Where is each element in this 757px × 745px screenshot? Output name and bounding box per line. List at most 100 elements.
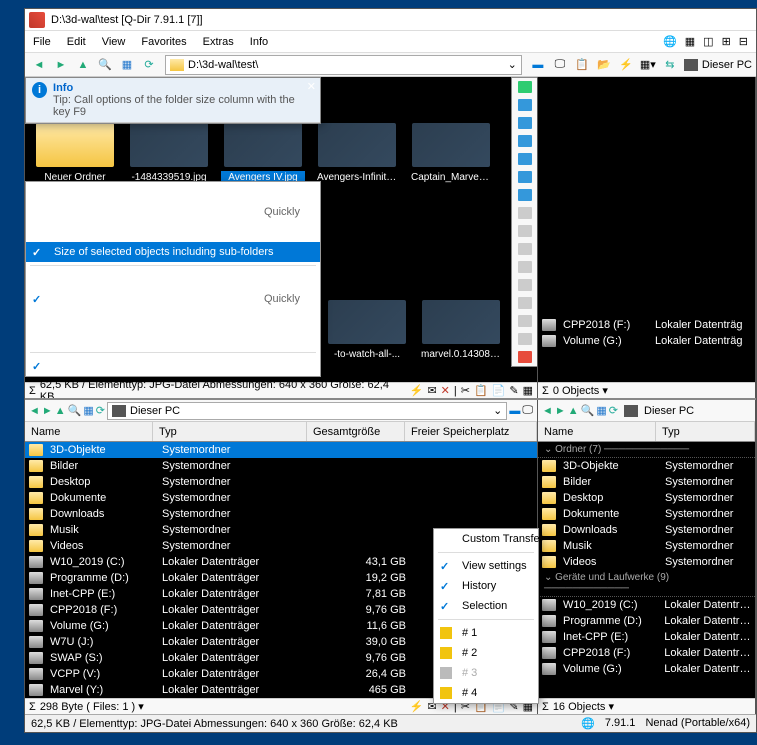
dieser-pc-label[interactable]: Dieser PC [702, 59, 752, 71]
titlebar[interactable]: D:\3d-wal\test [Q-Dir 7.91.1 [7]] [25, 9, 756, 31]
fav-item[interactable]: SWAP (S:)▸ [512, 312, 538, 330]
ctx-item[interactable]: Size of the selected objects [26, 222, 320, 242]
grid-icon[interactable]: ▦ [117, 55, 137, 75]
globe-icon[interactable]: 🌐 [581, 717, 595, 730]
grid-icon[interactable]: ▦ [83, 404, 93, 417]
thumb-item[interactable]: marvel.0.14308327... [419, 300, 503, 361]
list-item[interactable]: BilderSystemordner [538, 474, 755, 490]
fav-item[interactable]: Downloads▸ [512, 150, 538, 168]
ctx-item[interactable]: Selected objects [26, 182, 320, 202]
ctx-item[interactable]: # 3 [434, 663, 538, 683]
bl-status[interactable]: 298 Byte ( Files: 1 ) ▾ [40, 700, 144, 713]
list-item[interactable]: DokumenteSystemordner [25, 490, 537, 506]
menu-extras[interactable]: Extras [203, 36, 234, 48]
globe-icon[interactable]: 🌐 [663, 35, 677, 48]
fav-item[interactable]: Programme (D:)▸ [512, 222, 538, 240]
fav-item[interactable]: Volume (G:)▸ [512, 276, 538, 294]
pane-br-rows[interactable]: ⌄ Ordner (7) ────────────3D-ObjekteSyste… [538, 442, 755, 698]
search-icon[interactable]: 🔍 [68, 404, 82, 417]
ctx-item[interactable]: # 1 [434, 623, 538, 643]
fav-item[interactable]: VCPP (V:)▸ [512, 330, 538, 348]
col-size[interactable]: Gesamtgröße [307, 422, 405, 441]
ctx-item[interactable]: If no object is selected [26, 269, 320, 289]
monitor-icon[interactable]: 🖵 [550, 55, 570, 75]
up-icon[interactable]: ▲ [55, 405, 66, 417]
list-item[interactable]: Volume (G:)Lokaler Datenträg [538, 333, 755, 349]
layout3-icon[interactable]: ⊞ [722, 35, 731, 48]
list-item[interactable]: 3D-ObjekteSystemordner [25, 442, 537, 458]
back-icon[interactable]: ◄ [29, 55, 49, 75]
list-item[interactable]: MusikSystemordner [538, 538, 755, 554]
ctx-item[interactable]: Size of the objects in Folder [26, 309, 320, 329]
fav-item[interactable]: W7U (J:)▸ [512, 294, 538, 312]
fav-item[interactable]: Desktop▸ [512, 114, 538, 132]
list-item[interactable]: BilderSystemordner [25, 458, 537, 474]
ctx-item[interactable]: Size of objects in Folder including sub-… [26, 329, 320, 349]
view-icon[interactable]: ▦▾ [638, 55, 658, 75]
list-item[interactable]: Inet-CPP (E:)Lokaler Datenträg [538, 629, 755, 645]
ctx-item[interactable]: ✓Size of selected objects including sub-… [26, 242, 320, 262]
thumb-item[interactable]: Avengers-Infinity-... [315, 123, 399, 184]
list-item[interactable]: CPP2018 (F:)Lokaler Datenträg [538, 645, 755, 661]
list-item[interactable]: W10_2019 (C:)Lokaler Datenträg [538, 597, 755, 613]
ctx-item[interactable]: Custom Transfer [434, 529, 538, 549]
fav-item[interactable]: CPP2018 (F:)▸ [512, 258, 538, 276]
thumb-item[interactable]: Neuer Ordner [33, 123, 117, 184]
fav-item[interactable]: W10_2019 (C:)▸ [512, 204, 538, 222]
menu-file[interactable]: File [33, 36, 51, 48]
fav-item[interactable]: Inet-CPP (E:)▸ [512, 240, 538, 258]
list-item[interactable]: 3D-ObjekteSystemordner [538, 458, 755, 474]
menu-favorites[interactable]: Favorites [141, 36, 186, 48]
fav-item[interactable]: Marvel (Y:)▸ [512, 348, 538, 366]
list-item[interactable]: DownloadsSystemordner [25, 506, 537, 522]
tr-objcount[interactable]: 0 Objects ▾ [553, 384, 608, 397]
thumb-item[interactable]: -to-watch-all-... [325, 300, 409, 361]
refresh-icon[interactable]: ⟳ [96, 404, 105, 417]
sync-icon[interactable]: ⇆ [660, 55, 680, 75]
pane-bl-address[interactable]: Dieser PC ⌄ [107, 402, 507, 420]
fav-item[interactable]: 3D-Objekte▸ [512, 78, 538, 96]
col-typ[interactable]: Typ [153, 422, 307, 441]
list-item[interactable]: VideosSystemordner [538, 554, 755, 570]
list-item[interactable]: DokumenteSystemordner [538, 506, 755, 522]
refresh-icon[interactable]: ⟳ [139, 55, 159, 75]
col-typ[interactable]: Typ [656, 422, 755, 441]
fav-item[interactable]: Musik▸ [512, 168, 538, 186]
ctx-item[interactable]: ✓Highlighted when active [26, 356, 320, 376]
search-icon[interactable]: 🔍 [95, 55, 115, 75]
thumb-item[interactable]: Captain_Marvel.jpg [409, 123, 493, 184]
fav-item[interactable]: Dokumente▸ [512, 132, 538, 150]
ctx-item[interactable]: ✓History [434, 576, 538, 596]
pane-br-cols[interactable]: Name Typ [538, 422, 755, 442]
address-bar[interactable]: D:\3d-wal\test\ ⌄ [165, 55, 522, 75]
thumb-item[interactable]: Avengers IV.jpg [221, 123, 305, 184]
list-item[interactable]: CPP2018 (F:)Lokaler Datenträg [538, 317, 755, 333]
monitor-blue-icon[interactable]: ▬ [528, 55, 548, 75]
ctx-item[interactable]: ✓View settings [434, 556, 538, 576]
run-icon[interactable]: ⚡ [616, 55, 636, 75]
col-name[interactable]: Name [538, 422, 656, 441]
list-item[interactable]: Programme (D:)Lokaler Datenträg [538, 613, 755, 629]
menu-info[interactable]: Info [250, 36, 268, 48]
list-item[interactable]: Volume (G:)Lokaler Datenträg [538, 661, 755, 677]
fwd-icon[interactable]: ► [42, 405, 53, 417]
layout2-icon[interactable]: ◫ [703, 35, 713, 48]
list-item[interactable]: DesktopSystemordner [538, 490, 755, 506]
paste-icon[interactable]: 📋 [572, 55, 592, 75]
layout4-icon[interactable]: ⊟ [739, 35, 748, 48]
col-free[interactable]: Freier Speicherplatz [405, 422, 537, 441]
menu-view[interactable]: View [102, 36, 126, 48]
fav-item[interactable]: Videos▸ [512, 186, 538, 204]
thumb-item[interactable]: -1484339519.jpg [127, 123, 211, 184]
close-icon[interactable]: ✕ [307, 80, 316, 93]
up-icon[interactable]: ▲ [73, 55, 93, 75]
col-name[interactable]: Name [25, 422, 153, 441]
fwd-icon[interactable]: ► [51, 55, 71, 75]
list-item[interactable]: DesktopSystemordner [25, 474, 537, 490]
back-icon[interactable]: ◄ [29, 405, 40, 417]
fav-item[interactable]: Bilder▸ [512, 96, 538, 114]
layout1-icon[interactable]: ▦ [685, 35, 695, 48]
list-item[interactable]: DownloadsSystemordner [538, 522, 755, 538]
chevron-down-icon[interactable]: ⌄ [508, 58, 517, 71]
ctx-item[interactable]: # 2 [434, 643, 538, 663]
